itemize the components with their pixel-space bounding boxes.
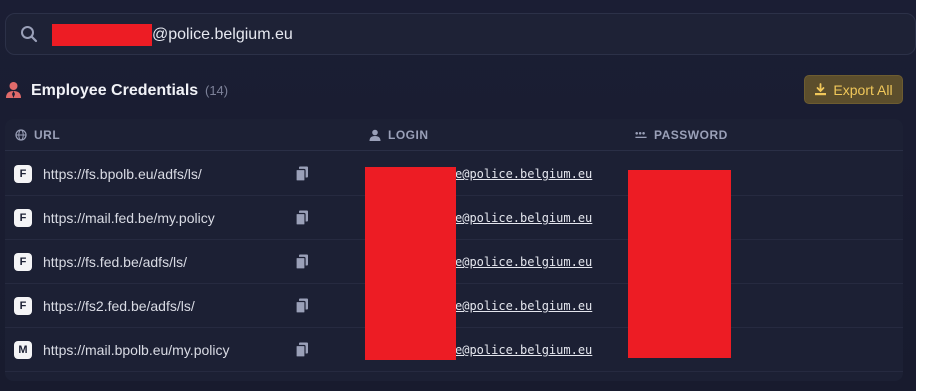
credential-login[interactable]: e@police.belgium.eu: [455, 167, 592, 182]
export-all-button[interactable]: Export All: [804, 75, 903, 104]
login-redaction-box: [365, 167, 456, 360]
column-password[interactable]: PASSWORD: [635, 128, 728, 142]
favicon-badge: F: [14, 209, 32, 227]
search-bar[interactable]: @police.belgium.eu: [5, 13, 916, 55]
credential-url[interactable]: https://fs.bpolb.eu/adfs/ls/: [43, 166, 202, 183]
copy-icon[interactable]: [295, 166, 309, 182]
credential-login[interactable]: e@police.belgium.eu: [455, 255, 592, 270]
table-header: URL LOGIN PASSWORD: [5, 119, 903, 151]
copy-icon[interactable]: [295, 254, 309, 270]
credential-url[interactable]: https://mail.bpolb.eu/my.policy: [43, 342, 230, 359]
copy-icon[interactable]: [295, 342, 309, 358]
credentials-panel: @police.belgium.eu Employee Credentials …: [0, 0, 916, 391]
credential-url[interactable]: https://mail.fed.be/my.policy: [43, 210, 215, 227]
credential-url[interactable]: https://fs2.fed.be/adfs/ls/: [43, 298, 195, 315]
export-all-label: Export All: [833, 81, 893, 98]
column-login[interactable]: LOGIN: [369, 128, 429, 142]
column-url[interactable]: URL: [15, 128, 60, 142]
password-redaction-box: [628, 170, 731, 358]
globe-icon: [15, 129, 27, 141]
favicon-badge: F: [14, 253, 32, 271]
credential-url[interactable]: https://fs.fed.be/adfs/ls/: [43, 254, 187, 271]
favicon-badge: F: [14, 297, 32, 315]
download-icon: [815, 83, 827, 96]
password-dots-icon: [635, 132, 647, 138]
favicon-badge: F: [14, 165, 32, 183]
column-url-label: URL: [34, 128, 61, 142]
credential-login[interactable]: e@police.belgium.eu: [455, 299, 592, 314]
favicon-badge: M: [14, 341, 32, 359]
user-icon: [369, 129, 381, 141]
search-query[interactable]: @police.belgium.eu: [152, 25, 293, 45]
column-login-label: LOGIN: [388, 128, 429, 142]
copy-icon[interactable]: [295, 210, 309, 226]
redaction-box: [52, 24, 152, 46]
column-password-label: PASSWORD: [654, 128, 728, 142]
credential-login[interactable]: e@police.belgium.eu: [455, 211, 592, 226]
section-title: Employee Credentials: [31, 82, 199, 99]
search-icon: [21, 26, 38, 43]
credentials-count: (14): [205, 83, 229, 98]
credential-login[interactable]: e@police.belgium.eu: [455, 343, 592, 358]
user-tie-icon: [6, 82, 21, 98]
copy-icon[interactable]: [295, 298, 309, 314]
